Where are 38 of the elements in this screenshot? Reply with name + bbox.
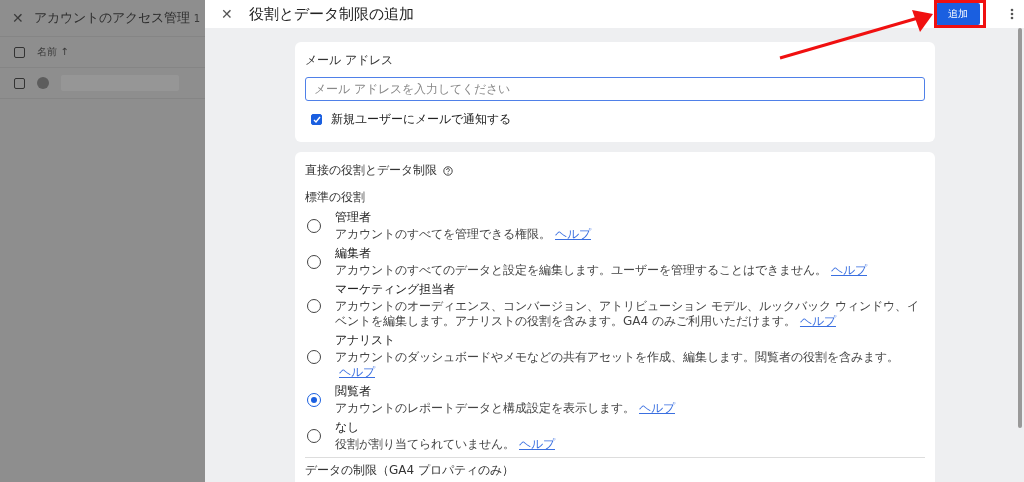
role-name: 管理者 (335, 210, 372, 225)
highlight-frame (934, 0, 986, 28)
role-description: アカウントのレポートデータと構成設定を表示します。 ヘルプ (335, 401, 675, 416)
role-description: アカウントのすべてのデータと設定を編集します。ユーザーを管理することはできません。 ヘルプ (335, 263, 867, 278)
help-link[interactable]: ヘルプ (555, 227, 591, 241)
role-description: アカウントのダッシュボードやメモなどの共有アセットを作成、編集します。閲覧者の役割を含みます。 ヘルプ (335, 350, 900, 380)
role-description: アカウントのすべてを管理できる権限。 ヘルプ (335, 227, 591, 242)
checkbox[interactable] (14, 77, 25, 89)
card-title: メール アドレス (305, 52, 394, 69)
role-description: 役割が割り当てられていません。 ヘルプ (335, 437, 555, 452)
role-description: アカウントのオーディエンス、コンバージョン、アトリビューション モデル、ルックバック ウィンドウ、イベントを編集します。アナリストの役割を含みます。GA4 のみご利用いただけます。 ヘルプ (335, 299, 920, 329)
close-icon[interactable]: ✕ (12, 10, 24, 26)
card-title: 直接の役割とデータ制限 (305, 162, 437, 179)
section-label: 標準の役割 (305, 189, 366, 206)
checkbox[interactable] (14, 46, 25, 58)
email-field[interactable]: メール アドレスを入力してください (305, 77, 925, 101)
section-title: データの制限（GA4 プロパティのみ） (305, 462, 514, 479)
role-name: アナリスト (335, 333, 396, 348)
role-name: 閲覧者 (335, 384, 372, 399)
more-icon[interactable] (1010, 8, 1014, 20)
help-link[interactable]: ヘルプ (639, 401, 675, 415)
checkbox-label: 新規ユーザーにメールで通知する (331, 111, 511, 128)
help-link[interactable]: ヘルプ (831, 263, 867, 277)
role-name: なし (335, 420, 360, 435)
column-header[interactable]: 名前 ↑ (37, 45, 69, 59)
help-link[interactable]: ヘルプ (339, 365, 375, 379)
help-link[interactable]: ヘルプ (799, 314, 836, 328)
add-button[interactable]: 追加 (936, 3, 980, 25)
dialog-title: 役割とデータ制限の追加 (248, 4, 415, 24)
help-icon[interactable] (443, 165, 453, 176)
role-name: 編集者 (335, 246, 372, 261)
page-title: アカウントのアクセス管理 1 (33, 9, 201, 27)
role-name: マーケティング担当者 (335, 282, 456, 297)
scrollbar[interactable] (1018, 28, 1022, 428)
close-icon[interactable]: ✕ (221, 6, 233, 22)
help-link[interactable]: ヘルプ (519, 437, 555, 451)
avatar (37, 77, 49, 89)
checkbox[interactable] (311, 114, 322, 125)
